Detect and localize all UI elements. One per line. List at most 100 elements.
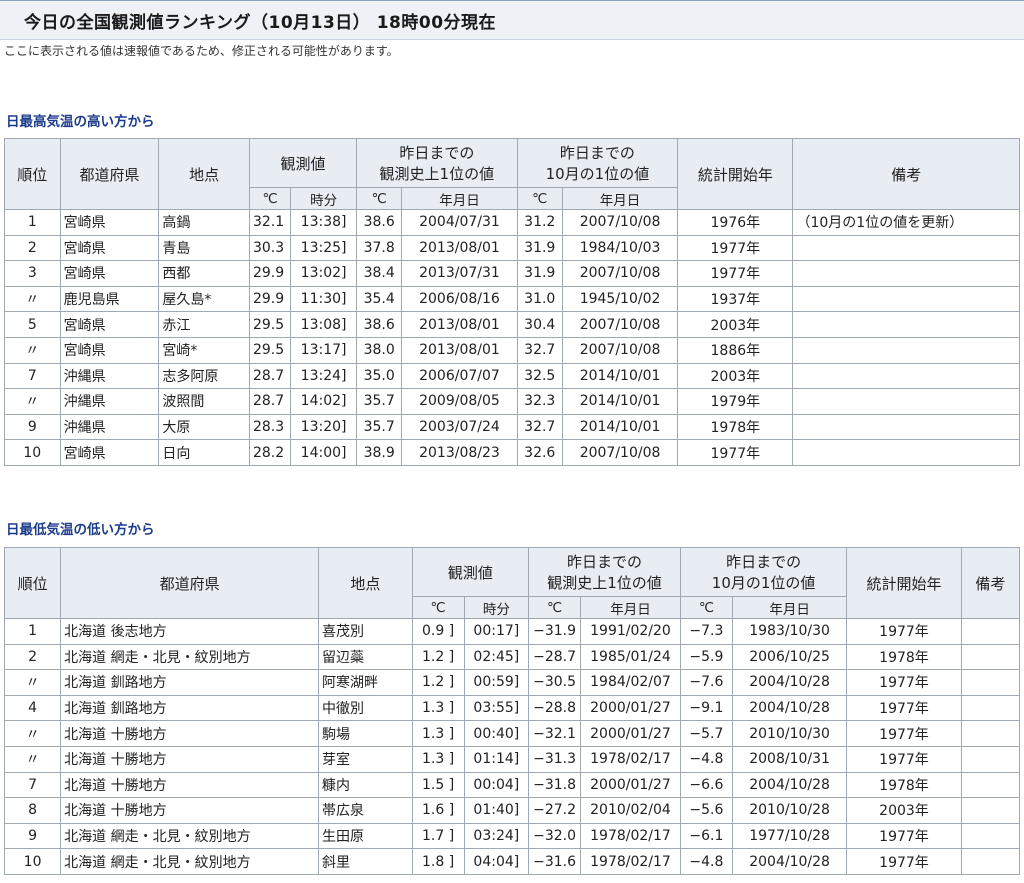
observed-time-cell: 01:14]	[463, 745, 530, 773]
header-observed: 観測値	[248, 138, 358, 188]
observed-value-cell: 28.7 ]	[248, 362, 292, 390]
header-remarks: 備考	[960, 547, 1021, 619]
observed-value-cell: 1.2 ]	[411, 669, 465, 696]
october-record-value-cell: −7.3	[679, 618, 733, 645]
observed-time-cell: 13:20]	[290, 413, 358, 441]
prefecture-cell: 北海道 網走・北見・紋別地方	[60, 822, 320, 850]
rank-cell: 9	[3, 822, 62, 850]
table-row: 9 沖縄県 大原 28.3 ] 13:20] 35.7 2003/07/24 32.7 2014…	[4, 413, 1020, 441]
header-start-year: 統計開始年	[677, 138, 794, 210]
site-cell: 高鍋	[158, 209, 250, 236]
remarks-cell	[792, 413, 1020, 441]
observed-value-cell: 29.9 ]	[248, 285, 292, 313]
table-row: 〃北海道 釧路地方 阿寒湖畔 1.2 ] 00:59] −30.5 1984/02/07−…	[3, 669, 1021, 696]
header-rank: 順位	[3, 547, 62, 619]
site-cell: 生田原	[318, 822, 413, 850]
remarks-cell	[960, 771, 1021, 799]
header-record-all: 昨日までの 観測史上1位の値	[528, 547, 681, 597]
start-year-cell: 1978年	[846, 771, 962, 799]
record-value-cell: 35.4	[356, 285, 403, 313]
header-remarks: 備考	[792, 138, 1020, 210]
record-value-cell: 35.0	[356, 362, 403, 390]
rank-cell: 7	[3, 771, 62, 799]
site-cell: 波照間	[158, 388, 250, 415]
site-cell: 大原	[158, 413, 250, 441]
prefecture-cell: 宮崎県	[59, 336, 160, 364]
remarks-cell: （10月の1位の値を更新）	[792, 209, 1020, 236]
record-value-cell: −31.3	[528, 745, 582, 773]
rank-cell: 7	[4, 362, 61, 390]
october-record-date-cell: 1977/10/28	[731, 822, 848, 850]
site-cell: 宮崎*	[158, 336, 250, 364]
site-cell: 志多阿原	[158, 362, 250, 390]
site-cell: 糠内	[318, 771, 413, 799]
observed-value-cell: 32.1 ]	[248, 209, 292, 236]
october-record-value-cell: −7.6	[679, 669, 733, 696]
october-record-date-cell: 2014/10/01	[561, 388, 679, 415]
header-site: 地点	[158, 138, 250, 210]
observed-value-cell: 1.7 ]	[411, 822, 465, 850]
start-year-cell: 2003年	[677, 311, 794, 338]
header-prefecture: 都道府県	[59, 138, 160, 210]
remarks-cell	[792, 336, 1020, 364]
prefecture-cell: 北海道 十勝地方	[60, 745, 320, 773]
record-date-cell: 2010/02/04	[580, 797, 681, 824]
record-value-cell: −31.8	[528, 771, 582, 799]
observed-time-cell: 13:17]	[290, 336, 358, 364]
remarks-cell	[960, 618, 1021, 645]
october-record-value-cell: −9.1	[679, 694, 733, 722]
observed-time-cell: 13:24]	[290, 362, 358, 390]
table-row: 2 北海道 網走・北見・紋別地方 留辺蘂 1.2 ] 02:45] −28.7 1985/0…	[3, 643, 1021, 671]
rank-cell: 〃	[4, 285, 61, 313]
observed-value-cell: 0.9 ]	[411, 618, 465, 645]
site-cell: 西都	[158, 260, 250, 287]
record-value-cell: −28.8	[528, 694, 582, 722]
table-row: 8 北海道 十勝地方 帯広泉 1.6 ] 01:40] −27.2 2010/02/04 −5…	[3, 797, 1021, 824]
record-value-cell: 38.4	[356, 260, 403, 287]
header-unit-celsius: ℃	[516, 187, 563, 210]
october-record-date-cell: 2007/10/08	[561, 439, 679, 466]
site-cell: 留辺蘂	[318, 643, 413, 671]
provisional-notice: ここに表示される値は速報値であるため、修正される可能性があります。	[4, 44, 399, 58]
observed-value-cell: 1.6 ]	[411, 797, 465, 824]
observed-value-cell: 28.7 ]	[248, 388, 292, 415]
table-row: 〃北海道 十勝地方 芽室 1.3 ] 01:14] −31.3 1978/02/17 −4.…	[3, 745, 1021, 773]
observed-time-cell: 14:00]	[290, 439, 358, 466]
record-date-cell: 2006/08/16	[401, 285, 518, 313]
header-unit-celsius: ℃	[356, 187, 403, 210]
record-date-cell: 2006/07/07	[401, 362, 518, 390]
observed-time-cell: 00:40]	[463, 720, 530, 747]
start-year-cell: 1977年	[677, 234, 794, 262]
remarks-cell	[792, 388, 1020, 415]
october-record-value-cell: 31.0	[516, 285, 563, 313]
start-year-cell: 1977年	[677, 439, 794, 466]
record-value-cell: −30.5	[528, 669, 582, 696]
observed-time-cell: 00:04]	[463, 771, 530, 799]
site-cell: 駒場	[318, 720, 413, 747]
record-date-cell: 1984/02/07	[580, 669, 681, 696]
record-date-cell: 2004/07/31	[401, 209, 518, 236]
remarks-cell	[792, 234, 1020, 262]
october-record-value-cell: −6.1	[679, 822, 733, 850]
start-year-cell: 1977年	[846, 618, 962, 645]
record-date-cell: 2003/07/24	[401, 413, 518, 441]
site-cell: 阿寒湖畔	[318, 669, 413, 696]
start-year-cell: 1977年	[846, 745, 962, 773]
header-site: 地点	[318, 547, 413, 619]
observed-value-cell: 28.3 ]	[248, 413, 292, 441]
table-row: 1 北海道 後志地方 喜茂別 0.9 ] 00:17] −31.9 1991/02/20 −7…	[3, 618, 1021, 645]
october-record-date-cell: 2007/10/08	[561, 336, 679, 364]
record-date-cell: 2013/08/01	[401, 234, 518, 262]
header-unit-date: 年月日	[561, 187, 679, 210]
record-value-cell: 38.9	[356, 439, 403, 466]
header-record-oct: 昨日までの 10月の1位の値	[516, 138, 679, 188]
october-record-date-cell: 1984/10/03	[561, 234, 679, 262]
site-cell: 帯広泉	[318, 797, 413, 824]
observed-value-cell: 1.2 ]	[411, 643, 465, 671]
start-year-cell: 1977年	[846, 822, 962, 850]
prefecture-cell: 沖縄県	[59, 413, 160, 441]
record-value-cell: −32.1	[528, 720, 582, 747]
observed-value-cell: 29.5 ]	[248, 311, 292, 338]
table-row: 4 北海道 釧路地方 中徹別 1.3 ] 03:55] −28.8 2000/01/27 −9…	[3, 694, 1021, 722]
prefecture-cell: 北海道 網走・北見・紋別地方	[60, 848, 320, 875]
